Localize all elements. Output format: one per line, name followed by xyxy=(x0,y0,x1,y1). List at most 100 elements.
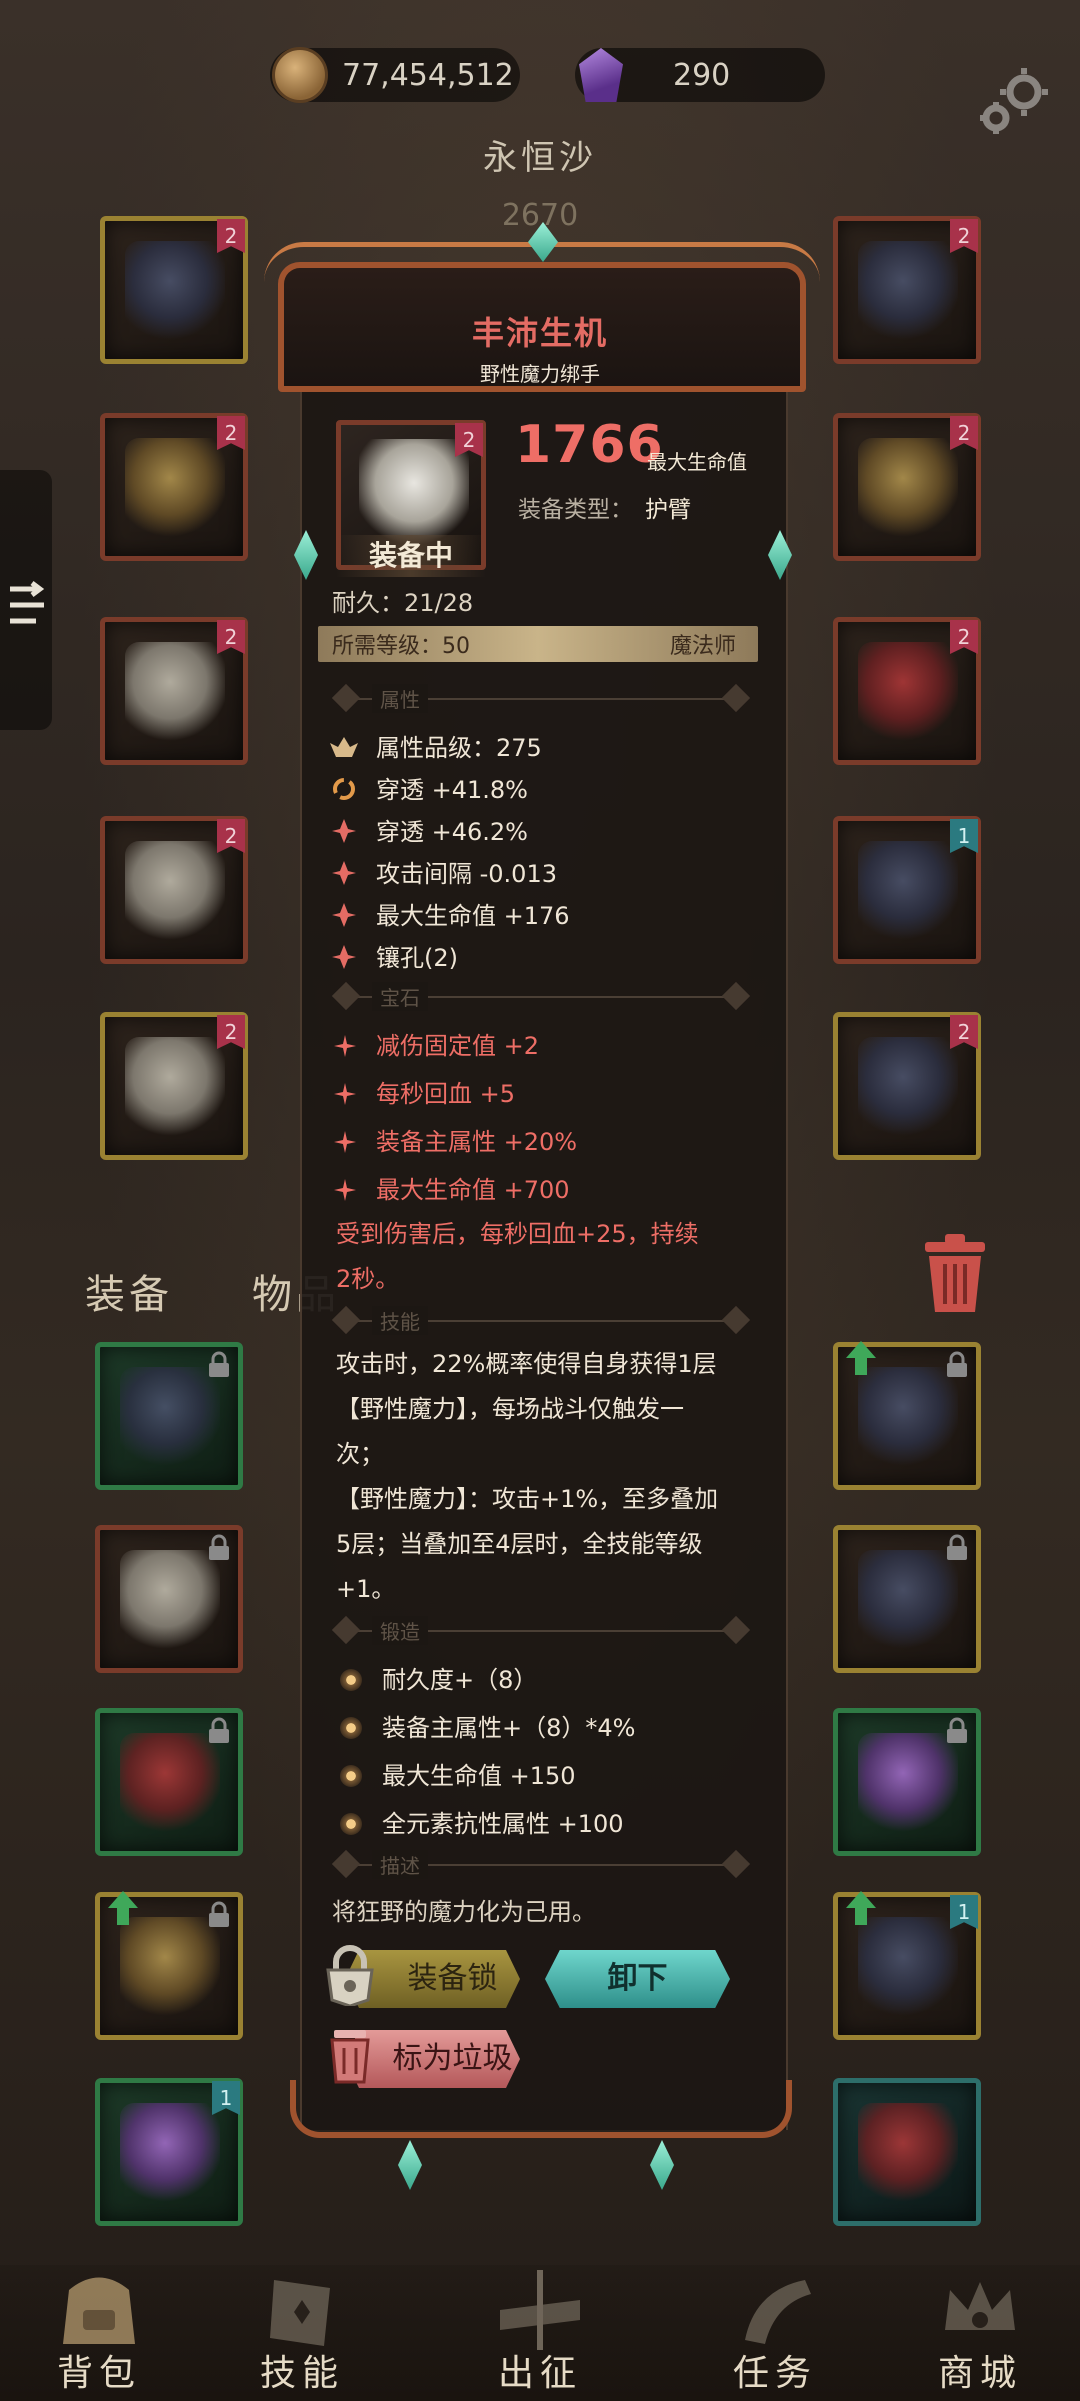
section-title: 锻造 xyxy=(372,1616,428,1645)
skill-book-icon xyxy=(270,2280,330,2346)
equipment-item-icon xyxy=(858,2103,958,2203)
tier-badge: 2 xyxy=(217,620,245,654)
gem-set-bonus: 受到伤害后，每秒回血+25，持续 2秒。 xyxy=(336,1220,699,1293)
trash-icon[interactable] xyxy=(915,1232,995,1318)
settings-gear-icon[interactable] xyxy=(972,58,1056,142)
section-header-skills: 技能 xyxy=(330,1305,751,1336)
sword-icon xyxy=(500,2270,580,2350)
equipment-item-icon xyxy=(858,1733,958,1833)
bag-slot[interactable] xyxy=(95,1342,243,1490)
equipment-item-icon xyxy=(858,438,958,538)
main-stat-value: 1766 xyxy=(515,415,664,475)
bag-slot[interactable] xyxy=(833,1341,981,1490)
equip-slot-right-2[interactable]: 2 xyxy=(833,413,981,561)
shop-crown-icon xyxy=(945,2282,1015,2330)
equipment-item-icon xyxy=(359,439,469,549)
forge-row: 装备主属性+（8）*4% xyxy=(340,1708,635,1743)
menu-toggle-icon xyxy=(10,581,45,624)
tab-equipment[interactable]: 装备 xyxy=(85,1262,173,1320)
nav-shop[interactable]: 商城 xyxy=(905,2270,1055,2400)
bag-slot[interactable] xyxy=(833,1525,981,1673)
gem-amount: 290 xyxy=(673,57,731,93)
nav-label: 背包 xyxy=(56,2353,141,2394)
item-subtitle: 野性魔力绑手 xyxy=(480,362,600,386)
bag-slot[interactable] xyxy=(833,1708,981,1856)
nav-label: 商城 xyxy=(937,2353,1022,2394)
attribute-row: 穿透 +46.2% xyxy=(330,812,528,847)
nav-quests[interactable]: 任务 xyxy=(700,2270,850,2400)
section-title: 属性 xyxy=(372,684,428,713)
required-level: 所需等级：50 xyxy=(332,634,470,659)
forge-orb-icon xyxy=(340,1813,362,1835)
equipment-item-icon xyxy=(858,1550,958,1650)
spark-icon xyxy=(332,861,356,885)
equipment-item-icon xyxy=(120,1917,220,2017)
equipment-item-icon xyxy=(120,1367,220,1467)
durability-text: 耐久：21/28 xyxy=(332,589,474,617)
spark-icon xyxy=(332,945,356,969)
attribute-row: 属性品级：275 xyxy=(330,728,542,763)
tier-badge: 1 xyxy=(950,1895,978,1929)
gem-counter: 290 xyxy=(575,48,825,102)
skill-description: 攻击时，22%概率使得自身获得1层 【野性魔力】，每场战斗仅触发一 次； 【野性… xyxy=(336,1350,719,1603)
section-header-forge: 锻造 xyxy=(330,1615,751,1646)
attribute-row: 攻击间隔 -0.013 xyxy=(330,854,557,889)
tier-badge: 1 xyxy=(212,2081,240,2115)
tier-badge: 2 xyxy=(950,620,978,654)
horn-icon xyxy=(745,2280,811,2344)
equipment-item-icon xyxy=(858,1917,958,2017)
lock-icon xyxy=(947,1351,967,1377)
quality-crest-icon xyxy=(330,737,358,757)
gem-row: 最大生命值 +700 xyxy=(334,1170,570,1205)
main-stat-label: 最大生命值 xyxy=(647,450,747,474)
section-header-description: 描述 xyxy=(330,1849,751,1880)
tier-badge: 2 xyxy=(455,423,483,457)
spark-icon xyxy=(332,819,356,843)
gold-counter: 77,454,512 xyxy=(270,47,520,103)
equip-slot-right-1[interactable]: 2 xyxy=(833,216,981,364)
equipment-item-icon xyxy=(125,841,225,941)
unequip-button[interactable]: 卸下 xyxy=(545,1950,730,2008)
side-menu-tab[interactable] xyxy=(0,470,52,730)
lock-icon xyxy=(209,1534,229,1560)
bag-slot[interactable] xyxy=(95,1891,243,2040)
equip-slot-left-5[interactable]: 2 xyxy=(100,1012,248,1160)
penetration-swirl-icon xyxy=(333,778,355,800)
bag-slot[interactable] xyxy=(95,1708,243,1856)
attribute-row: 穿透 +41.8% xyxy=(330,770,528,805)
equip-slot-left-3[interactable]: 2 xyxy=(100,617,248,765)
gem-star-icon xyxy=(334,1179,356,1201)
equip-slot-right-4[interactable]: 1 xyxy=(833,816,981,964)
nav-skills[interactable]: 技能 xyxy=(227,2270,377,2400)
backpack-icon xyxy=(63,2277,135,2344)
gem-row: 装备主属性 +20% xyxy=(334,1122,577,1157)
equip-slot-left-1[interactable]: 2 xyxy=(100,216,248,364)
equip-slot-left-2[interactable]: 2 xyxy=(100,413,248,561)
equipment-item-icon xyxy=(858,642,958,742)
tier-badge: 2 xyxy=(217,1015,245,1049)
equip-slot-right-5[interactable]: 2 xyxy=(833,1012,981,1160)
nav-backpack[interactable]: 背包 xyxy=(24,2270,174,2400)
equip-slot-left-4[interactable]: 2 xyxy=(100,816,248,964)
nav-label: 出征 xyxy=(497,2353,582,2394)
tier-badge: 2 xyxy=(217,219,245,253)
bag-slot[interactable] xyxy=(95,1525,243,1673)
section-header-attributes: 属性 xyxy=(330,683,751,714)
forge-row: 最大生命值 +150 xyxy=(340,1756,576,1791)
bag-slot[interactable]: 1 xyxy=(95,2078,243,2226)
forge-row: 全元素抗性属性 +100 xyxy=(340,1804,624,1839)
equipment-type-value: 护臂 xyxy=(645,497,691,523)
equipment-item-icon xyxy=(125,438,225,538)
equip-slot-right-3[interactable]: 2 xyxy=(833,617,981,765)
nav-expedition[interactable]: 出征 xyxy=(465,2270,615,2400)
bag-slot[interactable] xyxy=(833,2078,981,2226)
forge-orb-icon xyxy=(340,1669,362,1691)
tier-badge: 1 xyxy=(950,819,978,853)
panel-bottom-frame xyxy=(290,2080,792,2138)
required-class: 魔法师 xyxy=(670,634,737,659)
attribute-row: 镶孔(2) xyxy=(330,938,458,973)
bag-slot[interactable]: 1 xyxy=(833,1891,981,2040)
spark-icon xyxy=(332,903,356,927)
gem-row: 减伤固定值 +2 xyxy=(334,1026,539,1061)
equipment-item-icon xyxy=(120,1733,220,1833)
